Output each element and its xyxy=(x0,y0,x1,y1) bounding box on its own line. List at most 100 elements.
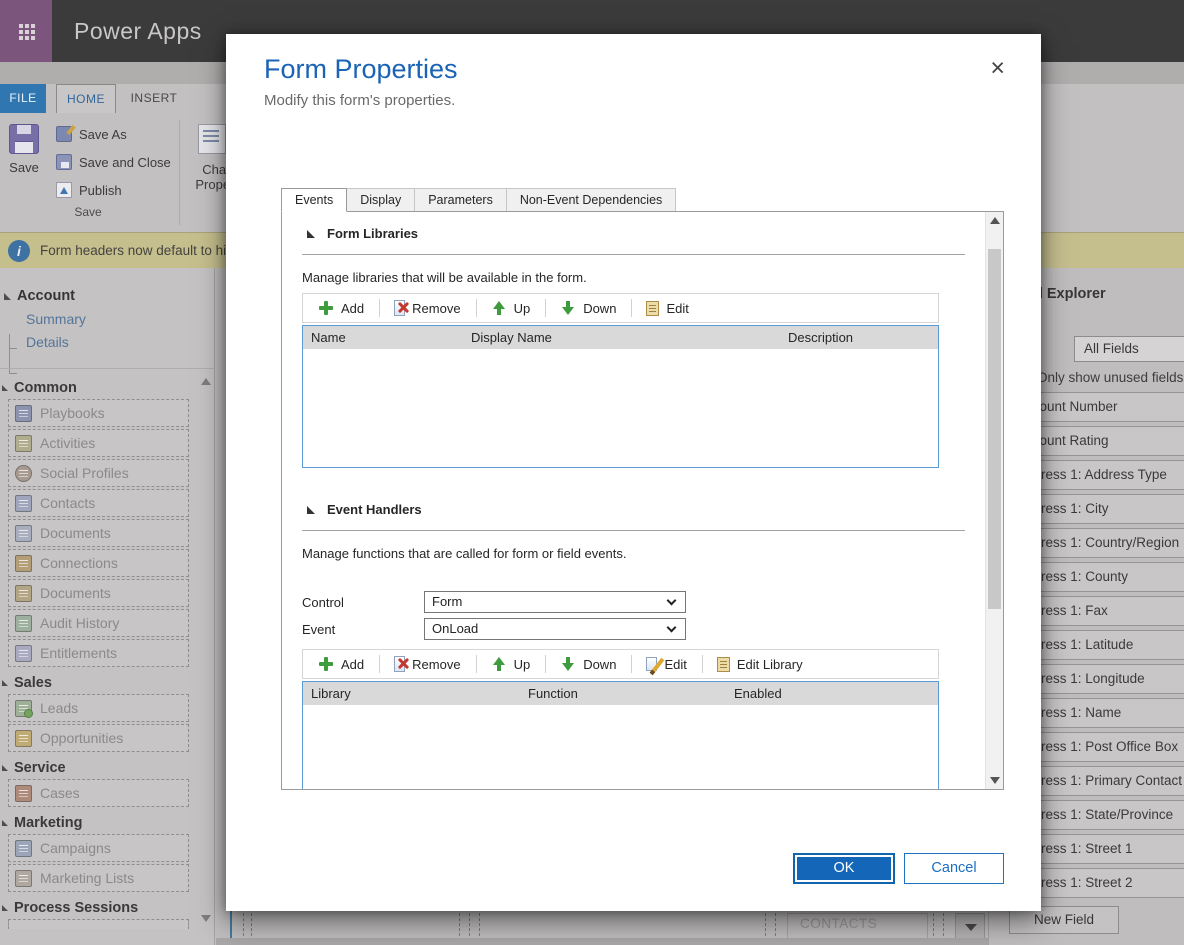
section-header-marketing[interactable]: Marketing xyxy=(0,812,192,834)
field-filter-dropdown[interactable]: All Fields xyxy=(1074,336,1184,362)
sidebar-divider xyxy=(0,368,215,369)
scroll-up-icon[interactable] xyxy=(986,212,1004,229)
form-libraries-table-body[interactable] xyxy=(303,349,938,467)
close-icon[interactable]: × xyxy=(990,56,1005,81)
toolbar-button[interactable]: Up xyxy=(476,650,546,678)
chevron-down-icon xyxy=(667,623,677,633)
save-floppy-icon xyxy=(9,124,39,154)
sidebar-nav-item[interactable]: Connections xyxy=(8,549,189,577)
events-tab-panel: Form Libraries Manage libraries that wil… xyxy=(281,211,1004,790)
column-header-function[interactable]: Function xyxy=(520,686,726,701)
section-header-process-sessions[interactable]: Process Sessions xyxy=(0,897,192,919)
activities-icon xyxy=(15,435,32,452)
sidebar-scrollbar[interactable] xyxy=(198,374,212,940)
unused-fields-row: Only show unused fields xyxy=(1017,370,1183,385)
sidebar-nav-item[interactable]: Documents xyxy=(8,519,189,547)
scrollbar-thumb[interactable] xyxy=(988,249,1001,609)
column-header-display-name[interactable]: Display Name xyxy=(463,330,780,345)
canvas-dropdown-button[interactable] xyxy=(955,913,985,939)
app-launcher-button[interactable] xyxy=(0,0,52,62)
scroll-down-icon[interactable] xyxy=(986,772,1004,789)
sidebar-nav-item[interactable]: Entitlements xyxy=(8,639,189,667)
opportunities-icon xyxy=(15,730,32,747)
documents-icon xyxy=(15,525,32,542)
sidebar-nav-item[interactable]: Audit History xyxy=(8,609,189,637)
toolbar-button[interactable]: Down xyxy=(545,294,631,322)
cases-icon xyxy=(15,785,32,802)
column-header-enabled[interactable]: Enabled xyxy=(726,686,938,701)
sidebar-nav-item[interactable]: Cases xyxy=(8,779,189,807)
ribbon-tab-file[interactable]: FILE xyxy=(0,84,46,113)
scroll-up-icon[interactable] xyxy=(201,378,211,385)
canvas-horizontal-scrollbar[interactable] xyxy=(216,938,988,945)
tree-item-summary[interactable]: Summary xyxy=(26,311,214,327)
save-button[interactable]: Save xyxy=(2,120,46,188)
sidebar-nav-item[interactable]: Marketing Lists xyxy=(8,864,189,892)
collapse-triangle-icon xyxy=(2,385,8,391)
tab-parameters[interactable]: Parameters xyxy=(415,188,507,212)
column-header-description[interactable]: Description xyxy=(780,330,938,345)
scroll-down-icon[interactable] xyxy=(201,915,211,922)
contacts-section-label: CONTACTS xyxy=(800,916,877,931)
column-header-name[interactable]: Name xyxy=(303,330,463,345)
sidebar-sections: Common Playbooks Activities Social Profi… xyxy=(0,372,192,929)
sidebar-nav-item[interactable]: Activities xyxy=(8,429,189,457)
events-tab-content: Form Libraries Manage libraries that wil… xyxy=(282,212,987,790)
sidebar-nav-item[interactable]: Leads xyxy=(8,694,189,722)
dialog-subtitle: Modify this form's properties. xyxy=(264,92,455,109)
control-dropdown[interactable]: Form xyxy=(424,591,686,613)
form-structure-sidebar: Account Summary Details Common Playbooks… xyxy=(0,268,215,945)
dialog-scrollbar[interactable] xyxy=(985,212,1003,789)
ok-button[interactable]: OK xyxy=(793,853,895,884)
ribbon-menu-item[interactable]: Publish xyxy=(56,176,186,204)
sidebar-nav-item[interactable]: Campaigns xyxy=(8,834,189,862)
tab-display[interactable]: Display xyxy=(347,188,415,212)
ribbon-menu-item[interactable]: Save and Close xyxy=(56,148,186,176)
add-icon xyxy=(318,656,334,672)
up-icon xyxy=(491,656,507,672)
toolbar-button[interactable]: Edit xyxy=(631,650,701,678)
tab-events[interactable]: Events xyxy=(281,188,347,212)
contacts-icon xyxy=(15,495,32,512)
tree-item-details[interactable]: Details xyxy=(26,334,214,350)
toolbar-button[interactable]: Edit xyxy=(631,294,703,322)
dialog-footer: OK Cancel xyxy=(226,845,1041,911)
event-handlers-header[interactable]: Event Handlers xyxy=(302,502,967,517)
toolbar-button[interactable]: Remove xyxy=(379,650,475,678)
partial-nav-item xyxy=(8,919,189,929)
edit-pencil-icon xyxy=(646,657,657,671)
section-header-common[interactable]: Common xyxy=(0,377,192,399)
event-dropdown[interactable]: OnLoad xyxy=(424,618,686,640)
sidebar-nav-item[interactable]: Opportunities xyxy=(8,724,189,752)
tab-non-event-dependencies[interactable]: Non-Event Dependencies xyxy=(507,188,676,212)
event-handlers-table-body[interactable] xyxy=(303,705,938,790)
collapse-triangle-icon xyxy=(2,680,8,686)
section-header-service[interactable]: Service xyxy=(0,757,192,779)
ribbon-tab-home[interactable]: HOME xyxy=(56,84,116,113)
event-handlers-table: Library Function Enabled xyxy=(302,681,939,790)
form-libraries-toolbar: Add Remove Up Down Edit xyxy=(302,293,939,323)
unused-fields-label: Only show unused fields xyxy=(1037,370,1183,385)
section-header-sales[interactable]: Sales xyxy=(0,672,192,694)
toolbar-button[interactable]: Remove xyxy=(379,294,475,322)
column-header-library[interactable]: Library xyxy=(303,686,520,701)
toolbar-button[interactable]: Down xyxy=(545,650,631,678)
sidebar-nav-item[interactable]: Contacts xyxy=(8,489,189,517)
notification-message: Form headers now default to hi xyxy=(40,233,226,269)
ribbon-tab-insert[interactable]: INSERT xyxy=(118,84,190,113)
form-libraries-header[interactable]: Form Libraries xyxy=(302,226,967,241)
info-icon: i xyxy=(8,240,30,262)
entitlements-icon xyxy=(15,645,32,662)
sidebar-nav-item[interactable]: Social Profiles xyxy=(8,459,189,487)
toolbar-button[interactable]: Add xyxy=(303,294,379,322)
form-properties-dialog: Form Properties Modify this form's prope… xyxy=(226,34,1041,911)
sidebar-nav-item[interactable]: Playbooks xyxy=(8,399,189,427)
sidebar-nav-item[interactable]: Documents xyxy=(8,579,189,607)
edit-library-icon xyxy=(646,301,659,316)
cancel-button[interactable]: Cancel xyxy=(904,853,1004,884)
toolbar-button[interactable]: Up xyxy=(476,294,546,322)
toolbar-button[interactable]: Add xyxy=(303,650,379,678)
toolbar-button[interactable]: Edit Library xyxy=(702,650,818,678)
tree-root-account[interactable]: Account xyxy=(0,288,214,304)
ribbon-menu-item[interactable]: Save As xyxy=(56,120,186,148)
